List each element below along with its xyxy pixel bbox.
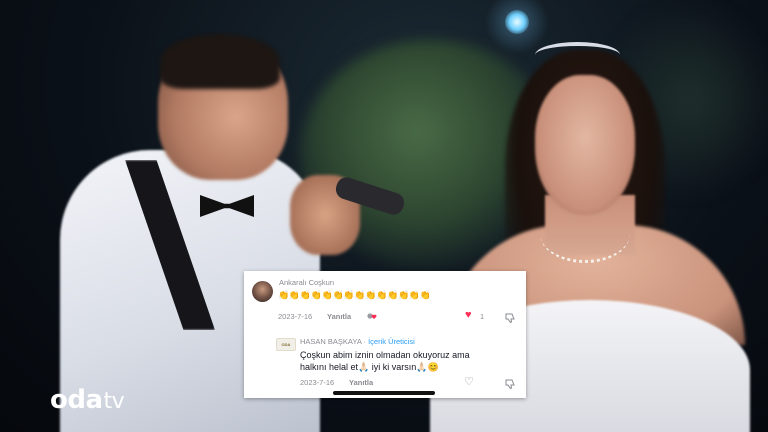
like-heart-icon[interactable]: ♥ — [465, 310, 472, 321]
reply-header: HASAN BAŞKAYA · İçerik Üreticisi — [300, 337, 415, 346]
bride-face — [535, 75, 635, 215]
creator-badge: İçerik Üreticisi — [368, 337, 415, 346]
dislike-icon[interactable] — [504, 377, 516, 390]
tiara — [535, 42, 620, 68]
street-lamp — [505, 10, 529, 34]
reply-text-line1: Çoşkun abim iznin olmadan okuyoruz ama — [300, 350, 470, 360]
dislike-icon[interactable] — [504, 311, 516, 324]
home-indicator — [333, 391, 435, 395]
comment-username[interactable]: Ankaralı Coşkun — [279, 278, 334, 287]
creator-liked-icon — [367, 312, 377, 322]
like-count: 1 — [480, 312, 485, 321]
logo-main: oda — [50, 385, 103, 415]
avatar[interactable] — [252, 281, 273, 302]
reply-button[interactable]: Yanıtla — [349, 378, 373, 387]
comment-card: Ankaralı Coşkun 👏👏👏👏👏👏👏👏👏👏👏👏👏👏 2023-7-16… — [244, 271, 526, 398]
odatv-logo: oda tv — [50, 385, 125, 415]
reply-username[interactable]: HASAN BAŞKAYA — [300, 337, 361, 346]
comment-date: 2023-7-16 — [278, 312, 313, 321]
reply-date: 2023-7-16 — [300, 378, 335, 387]
reply-text-line2: halkını helal et🙏🏻 iyi ki varsın🙏🏻😊 — [300, 362, 439, 372]
groom-hair — [160, 34, 280, 89]
comment-text: 👏👏👏👏👏👏👏👏👏👏👏👏👏👏 — [278, 291, 431, 301]
reply-button[interactable]: Yanıtla — [327, 312, 351, 321]
necklace — [540, 205, 630, 263]
logo-suffix: tv — [103, 389, 125, 414]
reply-avatar[interactable]: ODA — [276, 338, 296, 351]
like-heart-icon[interactable]: ♡ — [464, 377, 474, 388]
